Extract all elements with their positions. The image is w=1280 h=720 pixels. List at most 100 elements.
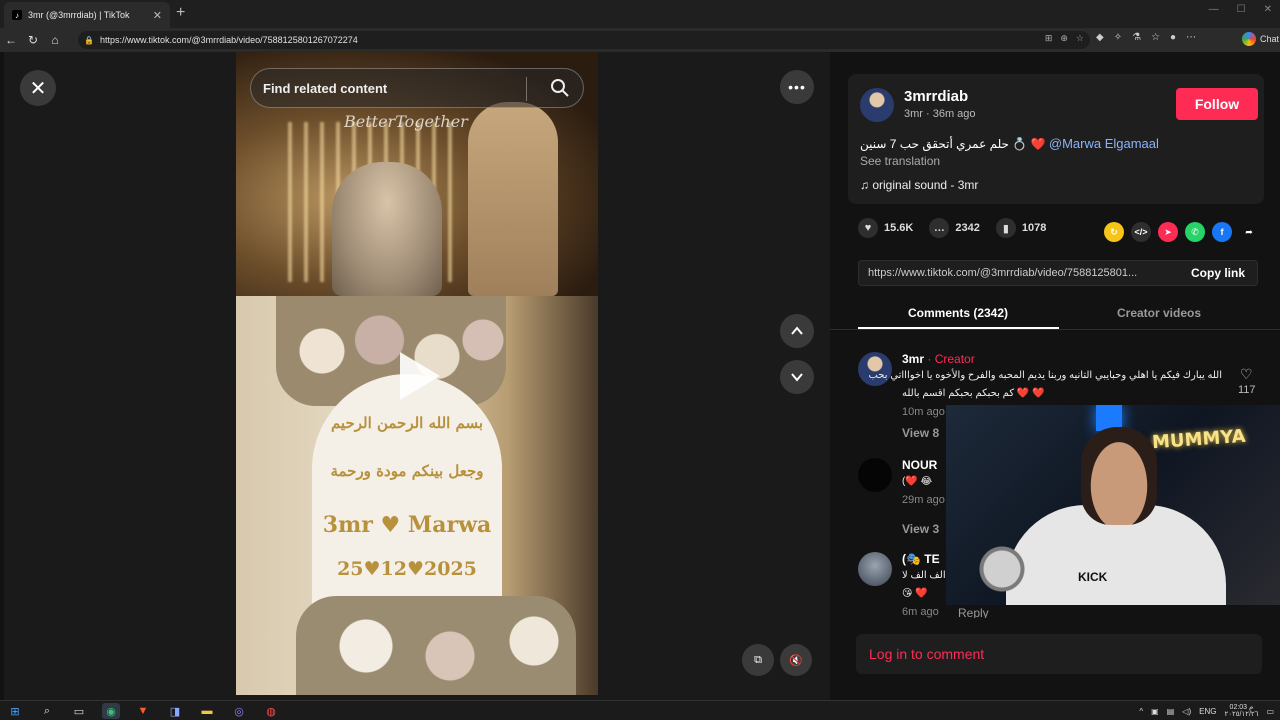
view-replies-link[interactable]: View 8	[902, 426, 939, 440]
post-caption: حلم عمري أتحقق حب 7 سنين 💍 ❤️ @Marwa Elg…	[860, 136, 1159, 151]
browser-window: ♪ 3mr (@3mrrdiab) | TikTok ✕ + — ☐ ✕ ← ↻…	[0, 0, 1280, 720]
commenter-username[interactable]: NOUR	[902, 458, 937, 472]
notifications-icon[interactable]: ▭	[1266, 707, 1274, 716]
share-link-row: https://www.tiktok.com/@3mrrdiab/video/7…	[858, 260, 1258, 286]
address-bar[interactable]: 🔒 https://www.tiktok.com/@3mrrdiab/video…	[78, 31, 1090, 49]
view-replies-link[interactable]: View 3	[902, 522, 939, 536]
previous-video-button[interactable]	[780, 314, 814, 348]
home-icon[interactable]: ⌂	[44, 33, 66, 47]
embed-icon[interactable]: </>	[1131, 222, 1151, 242]
clock[interactable]: 02:03 م ٢٠٢٥/١٢/٢٦	[1224, 704, 1258, 718]
see-translation-link[interactable]: See translation	[860, 154, 940, 168]
extensions-puzzle-icon[interactable]: ✧	[1114, 32, 1122, 43]
sound-link[interactable]: ♫ original sound - 3mr	[860, 178, 978, 192]
engagement-stats: ♥ 15.6K … 2342 ▮ 1078	[858, 218, 1046, 238]
more-options-button[interactable]: •••	[780, 70, 814, 104]
comment-button[interactable]: … 2342	[929, 218, 980, 238]
login-to-comment-button[interactable]: Log in to comment	[856, 634, 1262, 674]
close-tab-icon[interactable]: ✕	[153, 9, 162, 22]
back-icon[interactable]: ←	[0, 33, 22, 47]
reply-link[interactable]: Reply	[958, 606, 989, 618]
save-button[interactable]: ▮ 1078	[995, 218, 1046, 238]
close-window-icon[interactable]: ✕	[1264, 4, 1272, 15]
minimize-icon[interactable]: —	[1209, 4, 1219, 15]
microphone	[954, 545, 1034, 605]
search-icon[interactable]	[549, 77, 571, 99]
obs-icon[interactable]: ◎	[230, 703, 248, 719]
navigation-bar: ← ↻ ⌂ 🔒 https://www.tiktok.com/@3mrrdiab…	[0, 28, 1280, 52]
bookmark-star-icon[interactable]: ☆	[1076, 33, 1084, 44]
copy-link-button[interactable]: Copy link	[1177, 266, 1245, 280]
copilot-chat-button[interactable]: Chat	[1242, 32, 1279, 46]
app-icon[interactable]: ◨	[166, 703, 184, 719]
commenter-name[interactable]: 3mr · Creator	[902, 352, 975, 366]
like-button[interactable]: ♥ 15.6K	[858, 218, 913, 238]
recording-app-icon[interactable]: ◍	[262, 703, 280, 719]
tray-app-icon[interactable]: ▣	[1151, 707, 1159, 716]
more-icon: •••	[788, 79, 806, 95]
tab-creator-videos[interactable]: Creator videos	[1059, 306, 1259, 320]
bride-figure	[332, 162, 442, 296]
play-icon[interactable]	[400, 352, 440, 400]
send-to-friends-icon[interactable]: ➤	[1158, 222, 1178, 242]
active-tab-indicator	[858, 327, 1059, 329]
brave-browser-icon[interactable]: ▼	[134, 703, 152, 719]
comment-heart-icon[interactable]: ♡	[1240, 366, 1253, 383]
commenter-avatar[interactable]	[858, 458, 892, 492]
share-arrow-icon[interactable]: ➦	[1239, 222, 1259, 242]
follow-button[interactable]: Follow	[1176, 88, 1258, 120]
close-video-button[interactable]: ✕	[20, 70, 56, 106]
task-view-icon[interactable]: ▭	[70, 703, 88, 719]
file-explorer-icon[interactable]: ▬	[198, 703, 216, 719]
maximize-icon[interactable]: ☐	[1237, 4, 1246, 15]
reload-icon[interactable]: ↻	[22, 33, 44, 47]
volume-icon[interactable]: ◁)	[1182, 707, 1191, 716]
comment-count: 2342	[955, 222, 980, 234]
profile-icon[interactable]: ●	[1170, 32, 1176, 43]
language-indicator[interactable]: ENG	[1199, 707, 1216, 716]
mute-button[interactable]: 🔇	[780, 644, 812, 676]
next-video-button[interactable]	[780, 360, 814, 394]
bookmark-icon: ▮	[995, 218, 1016, 238]
browser-menu-icon[interactable]: ⋯	[1186, 32, 1196, 43]
clock-date: ٢٠٢٥/١٢/٢٦	[1224, 711, 1259, 718]
zoom-icon[interactable]: ⊕	[1060, 33, 1068, 44]
tab-bar: ♪ 3mr (@3mrrdiab) | TikTok ✕ + — ☐ ✕	[0, 0, 1280, 28]
commenter-username[interactable]: 3mr	[902, 352, 924, 366]
commenter-username[interactable]: (🎭 TE	[902, 552, 940, 566]
install-app-icon[interactable]: ⊞	[1045, 33, 1053, 44]
video-player[interactable]: BetterTogether بسم الله الرحمن الرحيم وج…	[236, 52, 598, 695]
new-tab-button[interactable]: +	[176, 5, 185, 21]
tray-chevron-icon[interactable]: ^	[1139, 707, 1143, 716]
share-link-text[interactable]: https://www.tiktok.com/@3mrrdiab/video/7…	[859, 267, 1177, 279]
whatsapp-icon[interactable]: ✆	[1185, 222, 1205, 242]
comment-text: (❤️ 😂	[902, 476, 933, 487]
groom-figure	[468, 102, 558, 296]
share-options: ↻ </> ➤ ✆ f ➦	[1104, 222, 1259, 242]
commenter-avatar[interactable]	[858, 552, 892, 586]
start-windows-icon[interactable]: ⊞	[6, 703, 24, 719]
favorites-icon[interactable]: ☆	[1151, 32, 1160, 43]
browser-tab[interactable]: ♪ 3mr (@3mrrdiab) | TikTok ✕	[4, 2, 170, 28]
related-search-box[interactable]: Find related content	[250, 68, 584, 108]
facebook-icon[interactable]: f	[1212, 222, 1232, 242]
pip-icon: ⧉	[754, 653, 762, 666]
repost-icon[interactable]: ↻	[1104, 222, 1124, 242]
picture-in-picture-button[interactable]: ⧉	[742, 644, 774, 676]
network-icon[interactable]: ▤	[1167, 707, 1175, 716]
author-avatar[interactable]	[860, 88, 894, 122]
sound-name: original sound - 3mr	[872, 178, 979, 192]
comment-text-line2: كم بحبكم بحبكم اقسم بالله ❤️ ❤️	[902, 388, 1045, 399]
mention-link[interactable]: @Marwa Elgamaal	[1049, 136, 1159, 151]
extension-flask-icon[interactable]: ⚗	[1132, 32, 1141, 43]
site-info-icon[interactable]: 🔒	[84, 36, 94, 45]
extension-icon[interactable]: ◆	[1096, 32, 1104, 43]
tab-comments[interactable]: Comments (2342)	[858, 306, 1058, 320]
author-username[interactable]: 3mrrdiab	[904, 88, 968, 105]
search-taskbar-icon[interactable]: ⌕	[38, 703, 56, 719]
edge-browser-icon[interactable]: ◉	[102, 703, 120, 719]
tab-title: 3mr (@3mrrdiab) | TikTok	[28, 10, 130, 20]
comment-text: الله يبارك فيكم يا اهلي وحبايبي التانيه …	[868, 370, 1222, 381]
tiktok-icon: ♪	[12, 10, 22, 20]
webcam-overlay: MUMMYA KICK	[946, 405, 1280, 605]
